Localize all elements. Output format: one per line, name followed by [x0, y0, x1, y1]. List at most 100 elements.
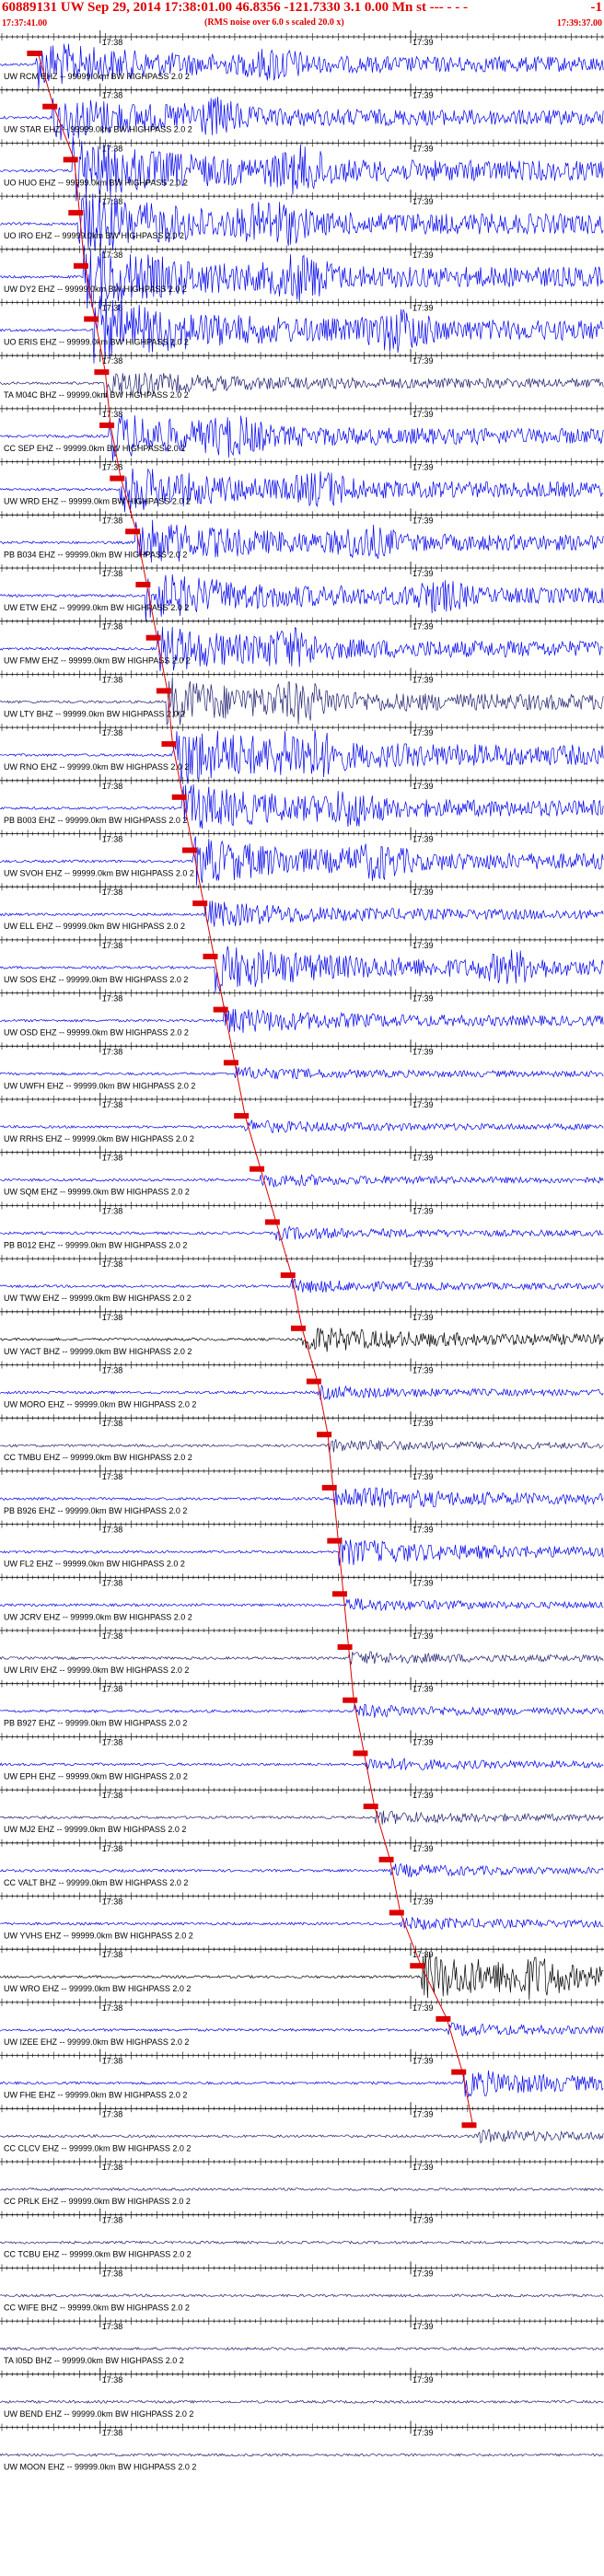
- pick-marker: [94, 369, 110, 376]
- waveform: [0, 729, 604, 784]
- tick-label: 17:39: [412, 1844, 434, 1853]
- station-label: PB B926 EHZ -- 99999.0km BW HIGHPASS 2.0…: [4, 1506, 187, 1515]
- station-label: UW DY2 EHZ -- 99999.0km BW HIGHPASS 2.0 …: [4, 284, 187, 294]
- tick-label: 17:39: [412, 941, 434, 950]
- tick-label: 17:39: [412, 728, 434, 737]
- tick-label: 17:38: [102, 1366, 123, 1375]
- station-label: UW UWFH EHZ -- 99999.0km BW HIGHPASS 2.0…: [4, 1081, 195, 1090]
- tick-label: 17:38: [102, 250, 123, 260]
- pick-marker: [317, 1432, 332, 1438]
- tick-label: 17:39: [412, 835, 434, 844]
- tick-label: 17:39: [412, 622, 434, 632]
- pick-marker: [451, 2069, 467, 2075]
- pick-marker: [234, 1113, 250, 1119]
- tick-label: 17:38: [102, 91, 123, 100]
- tick-label: 17:39: [412, 2057, 434, 2066]
- station-label: UW RNO EHZ -- 99999.0km BW HIGHPASS 2.0 …: [4, 762, 189, 772]
- station-label: UW RRHS EHZ -- 99999.0km BW HIGHPASS 2.0…: [4, 1134, 194, 1143]
- waveform: [0, 413, 604, 462]
- tick-label: 17:38: [102, 994, 123, 1004]
- trace-row: 17:38 17:39 UW TWW EHZ -- 99999.0km BW HIG…: [0, 1222, 604, 1303]
- pick-marker: [327, 1537, 343, 1544]
- tick-label: 17:39: [412, 463, 434, 472]
- tick-label: 17:39: [412, 144, 434, 153]
- tick-label: 17:38: [102, 1578, 123, 1587]
- moveout-line: [244, 1115, 261, 1169]
- tick-label: 17:39: [412, 1366, 434, 1375]
- tick-label: 17:38: [102, 2003, 123, 2013]
- trace-row: 17:38 17:39 UW SVOH EHZ -- 99999.0km BW HI…: [0, 796, 604, 886]
- tick-label: 17:39: [412, 1047, 434, 1056]
- pick-marker: [306, 1378, 321, 1385]
- tick-label: 17:38: [102, 38, 123, 47]
- trace-row: 17:38 17:39 PB B926 EHZ -- 99999.0km BW HI…: [0, 1434, 604, 1515]
- tick-label: 17:39: [412, 250, 434, 260]
- seismogram-plot: 17:38 17:39 UW RCM EHZ -- 99999.0km BW HIG…: [0, 30, 604, 2472]
- waveform: [0, 297, 604, 364]
- trace-row: 17:38 17:39 UW RCM EHZ -- 99999.0km BW HIG…: [0, 30, 604, 89]
- station-label: CC TMBU EHZ -- 99999.0km BW HIGHPASS 2.0…: [4, 1453, 192, 1462]
- trace-row: 17:38 17:39 PB B927 EHZ -- 99999.0km BW HI…: [0, 1646, 604, 1728]
- waveform: [0, 574, 604, 621]
- station-label: UW STAR EHZ -- 99999.0km BW HIGHPASS 2.0…: [4, 125, 192, 134]
- pick-marker: [337, 1644, 353, 1650]
- station-label: CC SEP EHZ -- 99999.0km BW HIGHPASS 2.0 …: [4, 444, 185, 453]
- station-label: PB B034 EHZ -- 99999.0km BW HIGHPASS 2.0…: [4, 550, 187, 559]
- station-label: CC VALT BHZ -- 99999.0km BW HIGHPASS 2.0…: [4, 1878, 188, 1887]
- tick-label: 17:38: [102, 197, 123, 206]
- tick-label: 17:39: [412, 304, 434, 313]
- pick-marker: [410, 1963, 425, 1969]
- pick-marker: [223, 1060, 238, 1066]
- pick-marker: [264, 1219, 280, 1225]
- tick-label: 17:38: [102, 1472, 123, 1481]
- pick-marker: [203, 953, 218, 959]
- tick-label: 17:38: [102, 144, 123, 153]
- pick-marker: [145, 634, 161, 641]
- corner-label: -1: [590, 0, 603, 15]
- tick-label: 17:39: [412, 888, 434, 897]
- pick-marker: [156, 688, 171, 694]
- tick-label: 17:38: [102, 2057, 123, 2066]
- moveout-line: [224, 1009, 236, 1063]
- tick-label: 17:38: [102, 1259, 123, 1269]
- pick-marker: [213, 1006, 228, 1013]
- tick-label: 17:39: [412, 1100, 434, 1109]
- tick-label: 17:38: [102, 1419, 123, 1428]
- tick-label: 17:38: [102, 1154, 123, 1163]
- tick-label: 17:38: [102, 888, 123, 897]
- waveform: [0, 1119, 604, 1133]
- pick-marker: [161, 741, 177, 748]
- waveform: [0, 1384, 604, 1401]
- waveform: [0, 1863, 604, 1878]
- station-label: UW SOS EHZ -- 99999.0km BW HIGHPASS 2.0 …: [4, 975, 188, 984]
- tick-label: 17:39: [412, 1631, 434, 1641]
- station-label: UW FHE EHZ -- 99999.0km BW HIGHPASS 2.0 …: [4, 2091, 187, 2100]
- pick-marker: [42, 103, 58, 110]
- tick-label: 17:38: [102, 622, 123, 632]
- pick-marker: [378, 1856, 394, 1862]
- waveform: [0, 193, 604, 251]
- tick-label: 17:38: [102, 1631, 123, 1641]
- station-label: PB B003 EHZ -- 99999.0km BW HIGHPASS 2.0…: [4, 816, 187, 825]
- station-label: UW RCM EHZ -- 99999.0km BW HIGHPASS 2.0 …: [4, 72, 190, 81]
- trace-row: 17:38 17:39 UW ELL EHZ -- 99999.0km BW HIG…: [0, 850, 604, 931]
- station-label: UW JCRV EHZ -- 99999.0km BW HIGHPASS 2.0…: [4, 1612, 192, 1621]
- waveform: [0, 1597, 604, 1612]
- plot-header: 60889131 UW Sep 29, 2014 17:38:01.00 46.…: [0, 0, 604, 29]
- pick-marker: [250, 1166, 265, 1172]
- pick-marker: [68, 210, 84, 216]
- station-label: UO HUO EHZ -- 99999.0km BW HIGHPASS 2.0 …: [4, 178, 188, 187]
- waveform: [0, 1917, 604, 1931]
- waveform: [0, 245, 604, 309]
- waveform: [0, 136, 604, 202]
- waveform: [0, 1810, 604, 1825]
- pick-marker: [73, 262, 88, 269]
- tick-label: 17:39: [412, 1685, 434, 1694]
- tick-label: 17:38: [102, 516, 123, 525]
- station-label: UW EPH EHZ -- 99999.0km BW HIGHPASS 2.0 …: [4, 1771, 188, 1781]
- tick-label: 17:38: [102, 1047, 123, 1056]
- waveform: [0, 946, 604, 992]
- waveform: [0, 1278, 604, 1294]
- pick-marker: [436, 2015, 451, 2022]
- tick-label: 17:38: [102, 1844, 123, 1853]
